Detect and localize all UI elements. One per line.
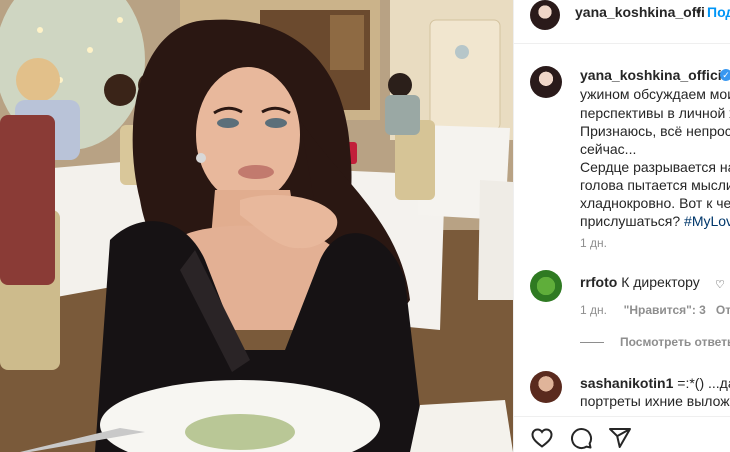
comment-avatar[interactable]: [530, 270, 562, 302]
header-separator: •: [696, 3, 701, 19]
comment-body: sashanikotin1 =:*() ...да ть: [580, 374, 730, 392]
comment-body: rrfoto К директору: [580, 273, 700, 291]
comment-avatar[interactable]: [530, 371, 562, 403]
comment-text: К директору: [621, 274, 700, 290]
caption-time[interactable]: 1 дн.: [580, 236, 607, 250]
comment-time[interactable]: 1 дн.: [580, 303, 607, 317]
caption-last-line: прислушаться? #MyLove: [580, 212, 730, 230]
replies-divider: [580, 342, 604, 344]
follow-button[interactable]: Под: [707, 4, 730, 20]
action-bar: [514, 416, 730, 452]
caption-text: прислушаться?: [580, 213, 685, 229]
view-replies-button[interactable]: Посмотреть ответы (: [580, 335, 730, 349]
reply-button[interactable]: Ответ: [716, 303, 730, 317]
view-replies-label: Посмотреть ответы (: [620, 335, 730, 349]
comment-username[interactable]: sashanikotin1: [580, 375, 673, 391]
heart-icon[interactable]: [530, 426, 554, 450]
author-avatar[interactable]: [530, 0, 560, 30]
caption-line: хладнокровно. Вот к чем: [580, 195, 730, 211]
comment-likes[interactable]: "Нравится": 3: [624, 303, 706, 317]
caption-line: перспективы в личной ж: [580, 105, 730, 121]
comment-meta: 1 дн. "Нравится": 3 Ответ: [580, 303, 730, 317]
verified-badge-icon: ✓: [720, 69, 730, 81]
photo-scene: [0, 0, 513, 452]
comment-text-line2: портреты ихние выложи: [580, 393, 730, 409]
post-side-panel: yana_koshkina_offi • Под yana_koshkina_o…: [513, 0, 730, 452]
post-header: yana_koshkina_offi • Под: [514, 0, 730, 44]
caption-line: ужином обсуждаем мои: [580, 86, 730, 102]
caption-line: сейчас...: [580, 141, 637, 157]
comment-username[interactable]: rrfoto: [580, 274, 617, 290]
hashtag-link[interactable]: #MyLove: [684, 213, 730, 229]
comment-text: =:*() ...да ть: [677, 375, 730, 391]
header-username[interactable]: yana_koshkina_offi: [575, 4, 705, 20]
caption-line: Признаюсь, всё непрост: [580, 123, 730, 139]
caption-author-avatar[interactable]: [530, 66, 562, 98]
caption-line: Сердце разрывается на: [580, 159, 730, 175]
comment-icon[interactable]: [569, 426, 593, 450]
share-icon[interactable]: [608, 426, 632, 450]
caption-line: голова пытается мыслит: [580, 177, 730, 193]
post-photo[interactable]: [0, 0, 513, 452]
comment-like-heart-icon[interactable]: ♡: [715, 278, 725, 291]
caption-author[interactable]: yana_koshkina_official: [580, 67, 730, 83]
